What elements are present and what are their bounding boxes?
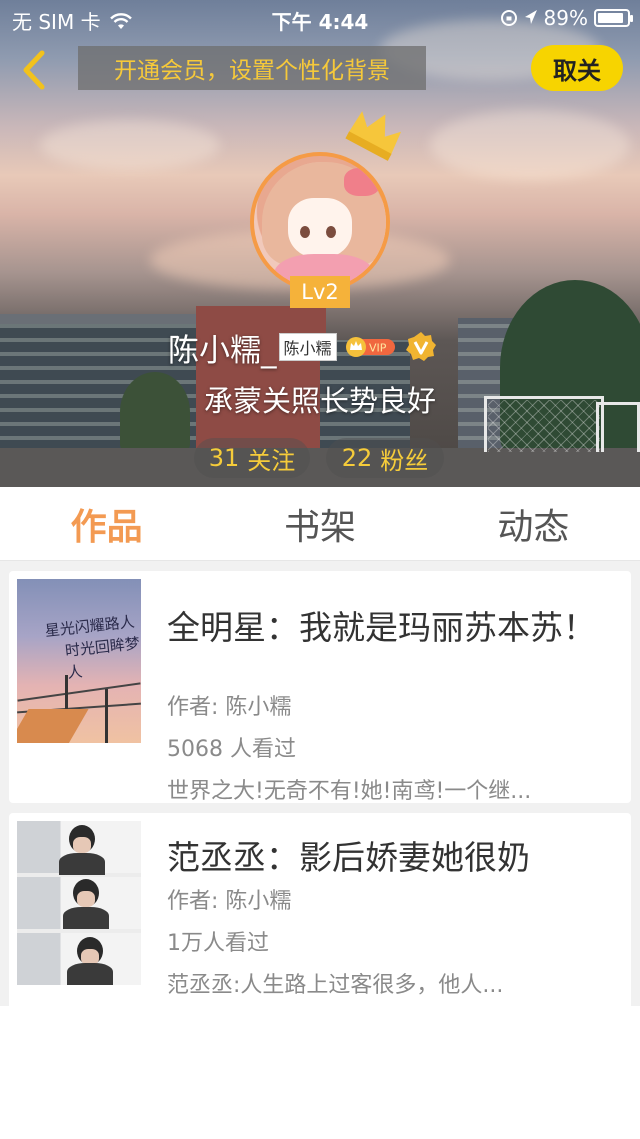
book-author: 作者: 陈小糯 [167, 695, 292, 720]
battery-percent: 89% [543, 6, 588, 30]
cover-text: 星光闪耀路人 时光回眸梦人 [44, 610, 141, 685]
followers-label: 粉丝 [380, 446, 429, 475]
cover-bridge [17, 709, 89, 743]
cover-figure [63, 907, 109, 929]
book-cover [17, 821, 141, 985]
followers-stat[interactable]: 22 粉丝 [326, 438, 444, 478]
book-views: 1万人看过 [167, 931, 269, 956]
cloud [40, 120, 220, 170]
avatar-eye [326, 226, 336, 238]
book-title: 范丞丞：影后娇妻她很奶 [167, 838, 530, 877]
vip-badge-text: VIP [369, 342, 387, 355]
battery-icon [594, 9, 633, 27]
crown-icon [345, 111, 402, 161]
works-list: 星光闪耀路人 时光回眸梦人 全明星：我就是玛丽苏本苏！ 作者: 陈小糯 5068… [0, 561, 640, 1013]
username: 陈小糯_ [168, 332, 277, 369]
orientation-lock-icon [500, 10, 517, 26]
avatar-bow [344, 168, 380, 196]
following-stat[interactable]: 31 关注 [194, 438, 310, 478]
tab-bookshelf[interactable]: 书架 [213, 487, 426, 560]
name-tag: 陈小糯 [278, 333, 337, 361]
book-views: 5068 人看过 [167, 737, 296, 762]
name-row: 陈小糯_ 陈小糯 VIP [168, 326, 437, 369]
followers-count: 22 [341, 444, 373, 472]
tab-activity[interactable]: 动态 [427, 487, 640, 560]
book-author: 作者: 陈小糯 [167, 889, 292, 914]
book-description: 范丞丞:人生路上过客很多，他人... [167, 973, 504, 998]
roof [0, 314, 200, 324]
cover-figure [73, 837, 91, 853]
following-count: 31 [208, 444, 240, 472]
cover-wire [17, 682, 141, 702]
vip-crown-icon: VIP [345, 337, 395, 357]
signature: 承蒙关照长势良好 [203, 384, 436, 418]
location-icon [524, 10, 537, 24]
playground [0, 448, 640, 487]
cover-text-line: 时光回眸梦人 [64, 634, 141, 682]
cover-figure [77, 891, 95, 907]
list-item[interactable]: 范丞丞：影后娇妻她很奶 作者: 陈小糯 1万人看过 范丞丞:人生路上过客很多，他… [9, 813, 631, 1013]
cover-figure [59, 853, 105, 875]
book-cover: 星光闪耀路人 时光回眸梦人 [17, 579, 141, 743]
list-item[interactable]: 星光闪耀路人 时光回眸梦人 全明星：我就是玛丽苏本苏！ 作者: 陈小糯 5068… [9, 571, 631, 803]
following-label: 关注 [247, 446, 296, 475]
battery-fill [598, 13, 623, 23]
profile-tabs: 作品 书架 动态 [0, 487, 640, 561]
level-badge: Lv2 [290, 276, 350, 308]
book-description: 世界之大!无奇不有!她!南鸢!一个继... [167, 779, 532, 803]
status-bar: 无 SIM 卡 下午 4:44 89% [0, 0, 640, 36]
book-title: 全明星：我就是玛丽苏本苏！ [167, 608, 596, 647]
avatar-eye [300, 226, 310, 238]
verified-v-icon [405, 332, 436, 361]
tab-works[interactable]: 作品 [0, 487, 213, 560]
avatar-face [288, 198, 352, 258]
cloud [430, 110, 630, 180]
cover-figure [67, 963, 113, 985]
cover-pole [105, 689, 108, 743]
back-arrow-icon[interactable] [14, 48, 54, 92]
avatar[interactable] [250, 152, 390, 292]
unfollow-button[interactable]: 取关 [531, 45, 623, 91]
vip-background-banner[interactable]: 开通会员，设置个性化背景 [78, 46, 426, 90]
